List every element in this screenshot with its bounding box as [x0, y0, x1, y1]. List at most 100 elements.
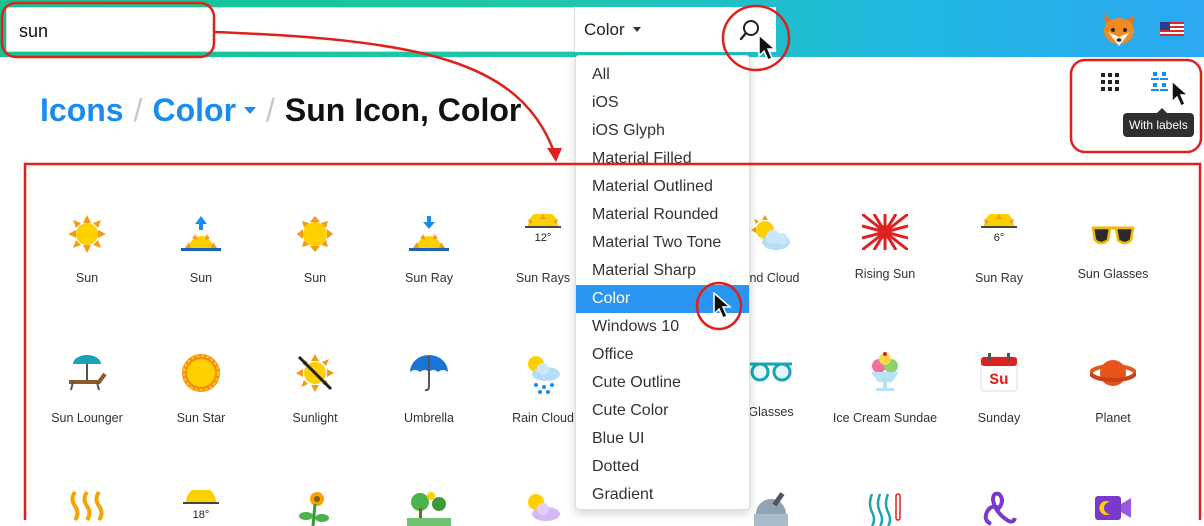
- heat-icon: [70, 490, 104, 522]
- icon-card[interactable]: [30, 490, 144, 526]
- dropdown-item-color[interactable]: Color: [576, 285, 749, 313]
- chevron-down-icon: [632, 27, 641, 32]
- sun-lounger-icon: [69, 355, 107, 391]
- dropdown-item-dotted[interactable]: Dotted: [576, 453, 749, 481]
- icon-card[interactable]: Planet: [1056, 352, 1170, 426]
- icon-card[interactable]: [1056, 490, 1170, 526]
- icon-card[interactable]: 18°: [144, 490, 258, 526]
- breadcrumb-separator: /: [266, 92, 275, 128]
- temperature-text: 12°: [535, 232, 552, 244]
- sun-and-cloud-icon: [751, 215, 790, 250]
- breadcrumb: Icons / Color / Sun Icon, Color: [40, 92, 521, 129]
- fox-avatar-icon[interactable]: [1100, 10, 1138, 48]
- icon-card[interactable]: Sun Star: [144, 352, 258, 426]
- breadcrumb-color-link[interactable]: Color: [152, 92, 236, 129]
- icon-label: Rising Sun: [854, 267, 916, 281]
- dropdown-item-ios-glyph[interactable]: iOS Glyph: [576, 117, 749, 145]
- rain-cloud-icon: [528, 356, 560, 394]
- night-camera-icon: [1095, 496, 1131, 520]
- search-box[interactable]: [6, 7, 578, 52]
- icon-label: Sun Lounger: [51, 411, 123, 425]
- dropdown-item-material-sharp[interactable]: Material Sharp: [576, 257, 749, 285]
- icon-card[interactable]: [942, 490, 1056, 526]
- icon-card[interactable]: Sun: [144, 214, 258, 286]
- dropdown-item-office[interactable]: Office: [576, 341, 749, 369]
- icon-card[interactable]: Su Sunday: [942, 352, 1056, 426]
- dropdown-item-material-two-tone[interactable]: Material Two Tone: [576, 229, 749, 257]
- dropdown-item-blue-ui[interactable]: Blue UI: [576, 425, 749, 453]
- dropdown-item-windows-10[interactable]: Windows 10: [576, 313, 749, 341]
- dropdown-item-material-filled[interactable]: Material Filled: [576, 145, 749, 173]
- annotation-view-toggle-highlight: [1069, 58, 1203, 154]
- sun-temperature-icon: 18°: [183, 490, 219, 521]
- icon-card[interactable]: Ice Cream Sundae: [828, 352, 942, 426]
- glasses-icon: [750, 362, 792, 382]
- breadcrumb-icons-link[interactable]: Icons: [40, 92, 124, 129]
- with-labels-tooltip: With labels: [1123, 108, 1194, 137]
- sun-icon: [68, 215, 106, 253]
- style-select[interactable]: Color: [574, 7, 724, 52]
- icon-card[interactable]: Sunlight: [258, 352, 372, 426]
- chevron-down-icon[interactable]: [244, 107, 257, 114]
- dropdown-item-cute-outline[interactable]: Cute Outline: [576, 369, 749, 397]
- dropdown-item-material-rounded[interactable]: Material Rounded: [576, 201, 749, 229]
- icon-label: Sunlight: [292, 411, 338, 425]
- labels-view-icon[interactable]: [1146, 70, 1174, 94]
- us-flag-icon[interactable]: [1160, 22, 1184, 36]
- icon-card[interactable]: Sun: [30, 214, 144, 286]
- icon-label: Sun: [189, 271, 213, 285]
- dropdown-item-ios[interactable]: iOS: [576, 89, 749, 117]
- breadcrumb-separator: /: [133, 92, 143, 128]
- icon-label: Sun Star: [176, 411, 226, 425]
- annotation-arrow-head: [547, 148, 562, 162]
- icon-card[interactable]: Sun Glasses: [1056, 214, 1170, 282]
- icon-label: Sun Ray: [405, 271, 453, 285]
- calendar-day-text: Su: [989, 371, 1008, 389]
- dropdown-item-all[interactable]: All: [576, 61, 749, 89]
- icon-label: Sunday: [977, 411, 1021, 425]
- icon-label: Umbrella: [403, 411, 454, 425]
- park-icon: [407, 492, 451, 526]
- temperature-text: 18°: [193, 509, 210, 521]
- sunrise-icon: [181, 216, 221, 251]
- search-button[interactable]: [724, 7, 776, 52]
- icon-label: Sun Ray: [975, 271, 1023, 285]
- icon-card[interactable]: 6° Sun Ray: [942, 214, 1056, 286]
- icon-card[interactable]: Rising Sun: [828, 214, 942, 282]
- page-title: Sun Icon, Color: [284, 92, 522, 128]
- sunglasses-icon: [1091, 226, 1135, 245]
- mouse-cursor-icon: [1171, 80, 1190, 108]
- icon-card[interactable]: [372, 490, 486, 526]
- icon-card[interactable]: Sun Ray: [372, 214, 486, 286]
- icon-label: Ice Cream Sundae: [832, 411, 938, 425]
- leo-zodiac-icon: [983, 491, 1017, 526]
- sunset-icon: [409, 216, 449, 251]
- search-input[interactable]: [17, 18, 561, 44]
- sun-star-icon: [182, 354, 220, 392]
- icon-label: Planet: [1095, 411, 1131, 425]
- heat-waves-icon: [868, 493, 901, 526]
- ice-cream-sundae-icon: [871, 352, 899, 391]
- sun-icon: [297, 216, 333, 252]
- icon-label: Sun: [75, 271, 99, 285]
- grid-view-icon[interactable]: [1096, 70, 1124, 94]
- observatory-icon: [754, 492, 788, 526]
- sun-and-cloud-icon: [528, 494, 560, 521]
- dropdown-item-gradient[interactable]: Gradient: [576, 481, 749, 509]
- icon-card[interactable]: [258, 490, 372, 526]
- search-icon: [739, 19, 759, 40]
- icon-label: Sun Glasses: [1077, 267, 1149, 281]
- dropdown-item-material-outlined[interactable]: Material Outlined: [576, 173, 749, 201]
- planet-icon: [1090, 360, 1136, 386]
- temperature-text: 6°: [994, 232, 1005, 244]
- sun-temperature-icon: 12°: [525, 214, 561, 244]
- icon-card[interactable]: Umbrella: [372, 352, 486, 426]
- icon-label: Sun: [303, 271, 327, 285]
- dropdown-item-cute-color[interactable]: Cute Color: [576, 397, 749, 425]
- icon-card[interactable]: Sun Lounger: [30, 352, 144, 426]
- rising-sun-flag-icon: [862, 214, 908, 250]
- icon-card[interactable]: [828, 490, 942, 526]
- icon-card[interactable]: Sun: [258, 214, 372, 286]
- sunday-calendar-icon: Su: [980, 353, 1018, 392]
- sun-temperature-icon: 6°: [981, 214, 1017, 244]
